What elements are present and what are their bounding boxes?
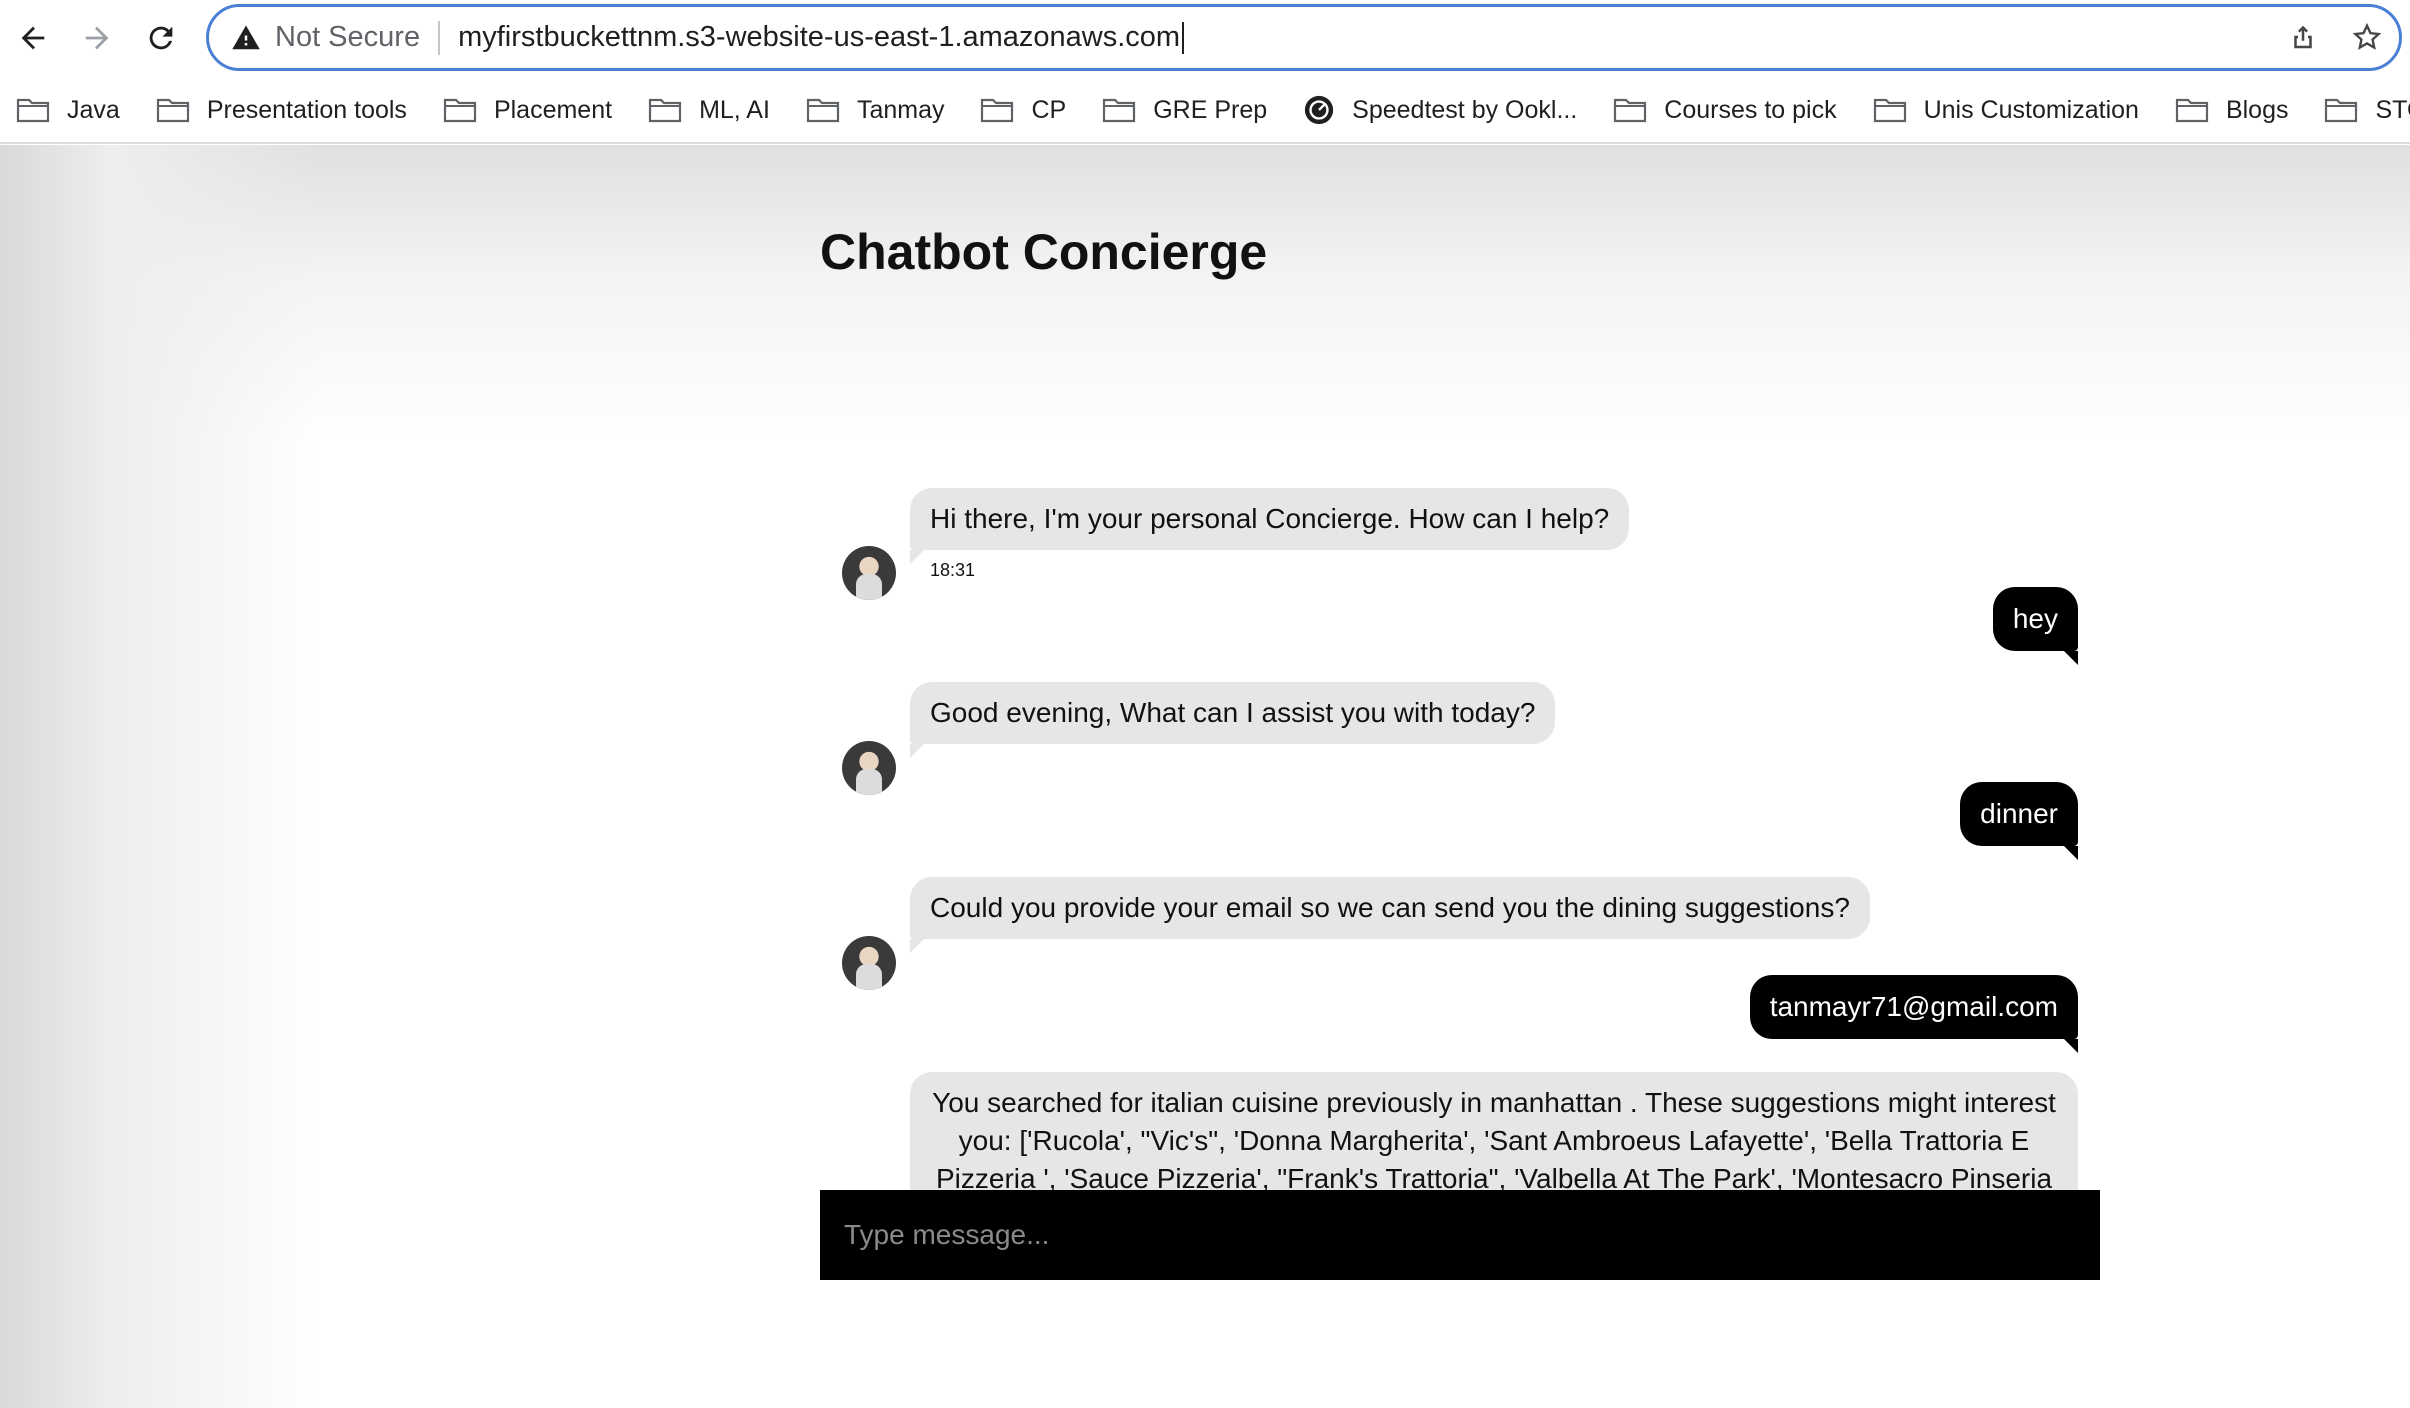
bookmark-label: STONK bbox=[2375, 95, 2410, 124]
bookmark-label: CP bbox=[1031, 95, 1067, 124]
bot-message: Hi there, I'm your personal Concierge. H… bbox=[910, 488, 1630, 564]
share-button[interactable] bbox=[2281, 15, 2325, 59]
star-icon bbox=[2352, 22, 2382, 50]
folder-icon bbox=[1873, 98, 1906, 123]
bookmark-label: Unis Customization bbox=[1923, 95, 2139, 124]
reload-icon bbox=[149, 26, 173, 50]
folder-icon bbox=[1614, 98, 1647, 123]
bookmark-label: GRE Prep bbox=[1153, 95, 1268, 124]
user-message: dinner bbox=[1960, 782, 2078, 860]
bookmark-label: ML, AI bbox=[699, 95, 770, 124]
url-text[interactable]: myfirstbuckettnm.s3-website-us-east-1.am… bbox=[458, 20, 1185, 55]
page-top-shading bbox=[0, 145, 2410, 445]
folder-icon bbox=[443, 98, 477, 123]
folder-icon bbox=[981, 98, 1014, 123]
text-caret bbox=[1182, 22, 1185, 55]
folder-icon bbox=[2325, 98, 2358, 123]
chat-container: Hi there, I'm your personal Concierge. H… bbox=[820, 475, 2100, 1335]
folder-icon bbox=[806, 98, 840, 123]
omnibox-divider bbox=[438, 20, 441, 55]
address-bar[interactable]: Not Secure myfirstbuckettnm.s3-website-u… bbox=[206, 4, 2402, 71]
folder-icon bbox=[1103, 98, 1136, 123]
bookmark-courses-to-pick[interactable]: Courses to pick bbox=[1597, 85, 1837, 135]
bot-message: Could you provide your email so we can s… bbox=[910, 877, 1870, 953]
bookmark-blogs[interactable]: Blogs bbox=[2159, 85, 2289, 135]
bot-avatar bbox=[842, 546, 896, 600]
bookmark-ml-ai[interactable]: ML, AI bbox=[632, 85, 770, 135]
bot-avatar bbox=[842, 936, 896, 990]
bookmark-java[interactable]: Java bbox=[0, 85, 120, 135]
user-message: hey bbox=[1992, 587, 2079, 665]
warning-triangle-icon[interactable] bbox=[231, 23, 261, 53]
bookmark-label: Presentation tools bbox=[206, 95, 407, 124]
bookmark-presentation-tools[interactable]: Presentation tools bbox=[140, 85, 407, 135]
speedtest-icon bbox=[1305, 95, 1334, 125]
folder-icon bbox=[156, 98, 189, 123]
bookmark-tanmay[interactable]: Tanmay bbox=[790, 85, 945, 135]
page-left-shading bbox=[0, 145, 320, 1408]
page-title: Chatbot Concierge bbox=[820, 224, 1268, 280]
back-button[interactable] bbox=[10, 12, 56, 64]
bookmark-label: Courses to pick bbox=[1664, 95, 1837, 124]
folder-icon bbox=[648, 98, 682, 123]
message-input[interactable] bbox=[820, 1190, 2100, 1280]
bookmark-label: Java bbox=[67, 95, 120, 124]
bot-avatar bbox=[842, 741, 896, 795]
forward-arrow-icon bbox=[85, 26, 109, 50]
chat-window[interactable]: Hi there, I'm your personal Concierge. H… bbox=[820, 475, 2100, 1190]
security-label[interactable]: Not Secure bbox=[275, 21, 420, 54]
message-input-bar bbox=[820, 1190, 2100, 1280]
bookmark-label: Tanmay bbox=[856, 95, 945, 124]
page-content: Chatbot Concierge Hi there, I'm your per… bbox=[0, 145, 2410, 1408]
bookmark-stonk[interactable]: STONK bbox=[2308, 85, 2410, 135]
folder-icon bbox=[2175, 98, 2209, 123]
user-message: tanmayr71@gmail.com bbox=[1749, 975, 2079, 1053]
browser-toolbar: Not Secure myfirstbuckettnm.s3-website-u… bbox=[0, 0, 2410, 78]
url-value: myfirstbuckettnm.s3-website-us-east-1.am… bbox=[458, 20, 1181, 53]
bookmark-label: Placement bbox=[493, 95, 613, 124]
folder-icon bbox=[16, 98, 50, 123]
bookmark-cp[interactable]: CP bbox=[964, 85, 1066, 135]
bookmark-label: Speedtest by Ookl... bbox=[1352, 95, 1578, 124]
bot-message: Good evening, What can I assist you with… bbox=[910, 682, 1556, 758]
bot-message: You searched for italian cuisine previou… bbox=[910, 1072, 2078, 1190]
bookmark-unis-customization[interactable]: Unis Customization bbox=[1857, 85, 2139, 135]
message-timestamp: 18:31 bbox=[930, 560, 976, 580]
reload-button[interactable] bbox=[138, 12, 184, 64]
back-arrow-icon bbox=[21, 26, 45, 50]
bookmark-gre-prep[interactable]: GRE Prep bbox=[1086, 85, 1267, 135]
forward-button[interactable] bbox=[74, 12, 120, 64]
omnibox-actions bbox=[2281, 15, 2389, 59]
bookmark-placement[interactable]: Placement bbox=[427, 85, 612, 135]
bookmark-label: Blogs bbox=[2225, 95, 2289, 124]
bookmark-speedtest[interactable]: Speedtest by Ookl... bbox=[1287, 85, 1577, 135]
bookmark-star-button[interactable] bbox=[2345, 15, 2389, 59]
bookmarks-bar: Java Presentation tools Placement ML, AI… bbox=[0, 78, 2410, 144]
share-icon bbox=[2294, 25, 2312, 49]
